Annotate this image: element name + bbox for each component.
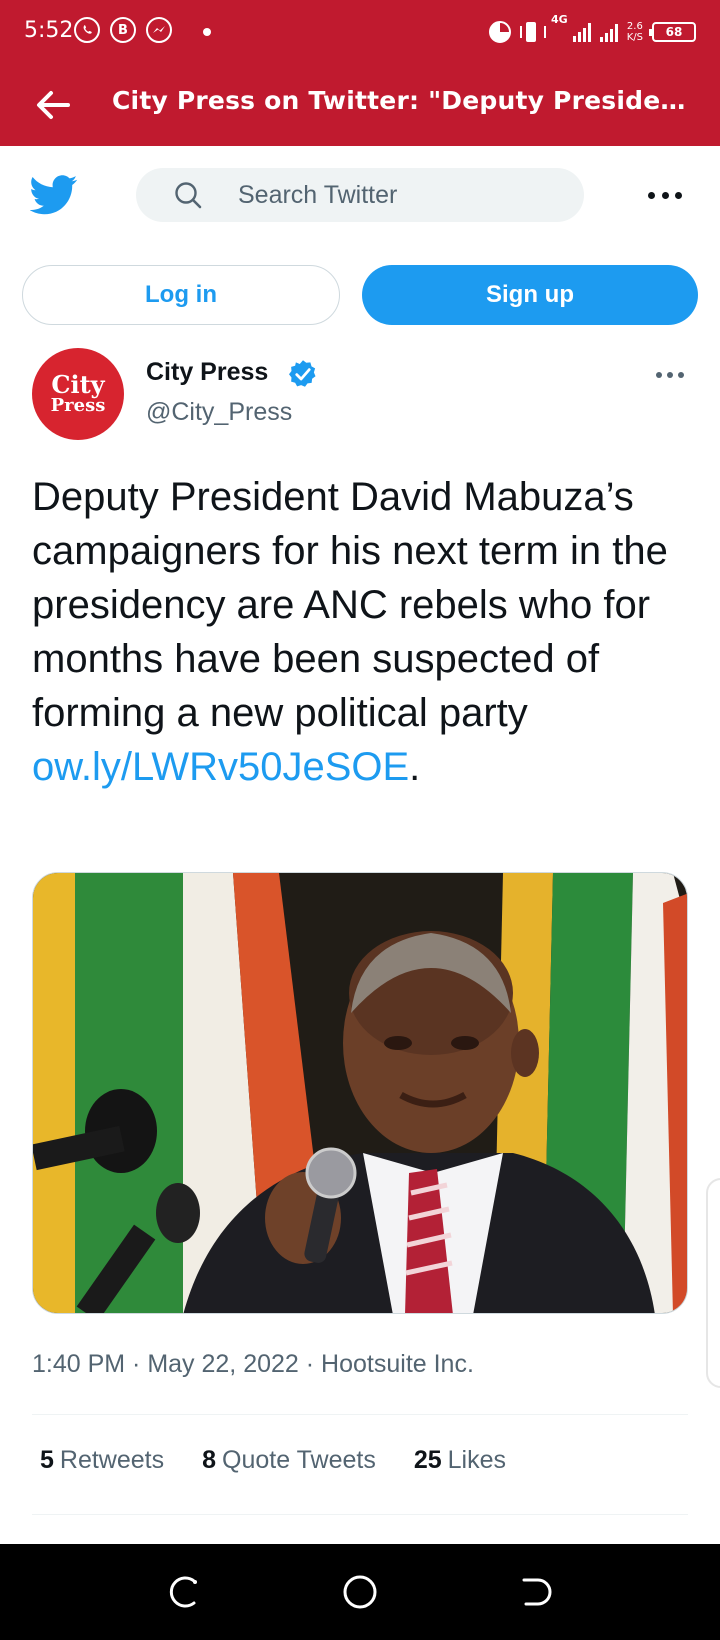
signup-button[interactable]: Sign up (362, 265, 698, 325)
divider (32, 1514, 688, 1515)
login-button[interactable]: Log in (22, 265, 340, 325)
tweet-more-icon[interactable] (656, 369, 684, 381)
more-notifications-dot (203, 28, 211, 36)
tweet-link[interactable]: ow.ly/LWRv50JeSOE (32, 745, 409, 789)
search-input[interactable] (238, 168, 568, 222)
tweet-text: Deputy President David Mabuza’s campaign… (32, 470, 700, 794)
tweet-source[interactable]: Hootsuite Inc. (321, 1350, 474, 1378)
tweet-body: Deputy President David Mabuza’s campaign… (32, 475, 668, 735)
back-button[interactable] (30, 82, 76, 128)
meta-separator: · (298, 1350, 322, 1378)
verified-badge-icon (289, 360, 316, 387)
data-saver-icon (489, 21, 512, 43)
tweet-time[interactable]: 1:40 PM (32, 1350, 125, 1378)
whatsapp-icon (74, 17, 100, 43)
app-bar: City Press on Twitter: "Deputy President… (0, 64, 720, 146)
tweet-date[interactable]: May 22, 2022 (147, 1350, 299, 1378)
twitter-logo-icon[interactable] (30, 174, 78, 216)
tweet-stats: 5 Retweets 8 Quote Tweets 25 Likes (40, 1446, 506, 1475)
tweet-photo[interactable] (32, 872, 688, 1314)
meta-separator: · (125, 1350, 148, 1378)
avatar-line-2: Press (50, 394, 106, 416)
avatar-line-1: City (51, 370, 105, 400)
page-title: City Press on Twitter: "Deputy President… (112, 86, 696, 115)
signal-icon (572, 22, 591, 42)
vibrate-icon (520, 21, 547, 43)
likes-stat[interactable]: 25 Likes (414, 1446, 506, 1475)
battery-icon: 68 (649, 22, 696, 42)
network-type: 4G (551, 13, 568, 26)
signal-icon-2 (599, 22, 618, 42)
status-time: 5:52 (24, 18, 74, 43)
tweet-text-end: . (409, 745, 421, 789)
search-icon (175, 182, 202, 209)
back-nav-icon[interactable] (516, 1572, 556, 1612)
tweet-meta: 1:40 PM · May 22, 2022 · Hootsuite Inc. (32, 1350, 474, 1379)
retweets-stat[interactable]: 5 Retweets (40, 1446, 164, 1475)
display-name[interactable]: City Press (146, 358, 268, 387)
b-icon: B (110, 17, 136, 43)
home-icon[interactable] (340, 1572, 380, 1612)
status-bar: 5:52 B 4G 2.6 K/S 68 (0, 0, 720, 64)
arrow-left-icon (37, 91, 70, 119)
status-indicators: 4G 2.6 K/S 68 (489, 14, 696, 50)
navigation-bar (0, 1544, 720, 1640)
search-box (136, 168, 584, 222)
messenger-icon (146, 17, 172, 43)
avatar[interactable]: City Press (32, 348, 124, 440)
network-speed: 2.6 K/S (626, 21, 643, 43)
quote-tweets-stat[interactable]: 8 Quote Tweets (202, 1446, 376, 1475)
more-options-icon[interactable] (648, 184, 682, 206)
recent-apps-icon[interactable] (164, 1572, 204, 1612)
divider (32, 1414, 688, 1415)
user-handle[interactable]: @City_Press (146, 398, 292, 427)
side-panel-handle[interactable] (706, 1178, 720, 1388)
